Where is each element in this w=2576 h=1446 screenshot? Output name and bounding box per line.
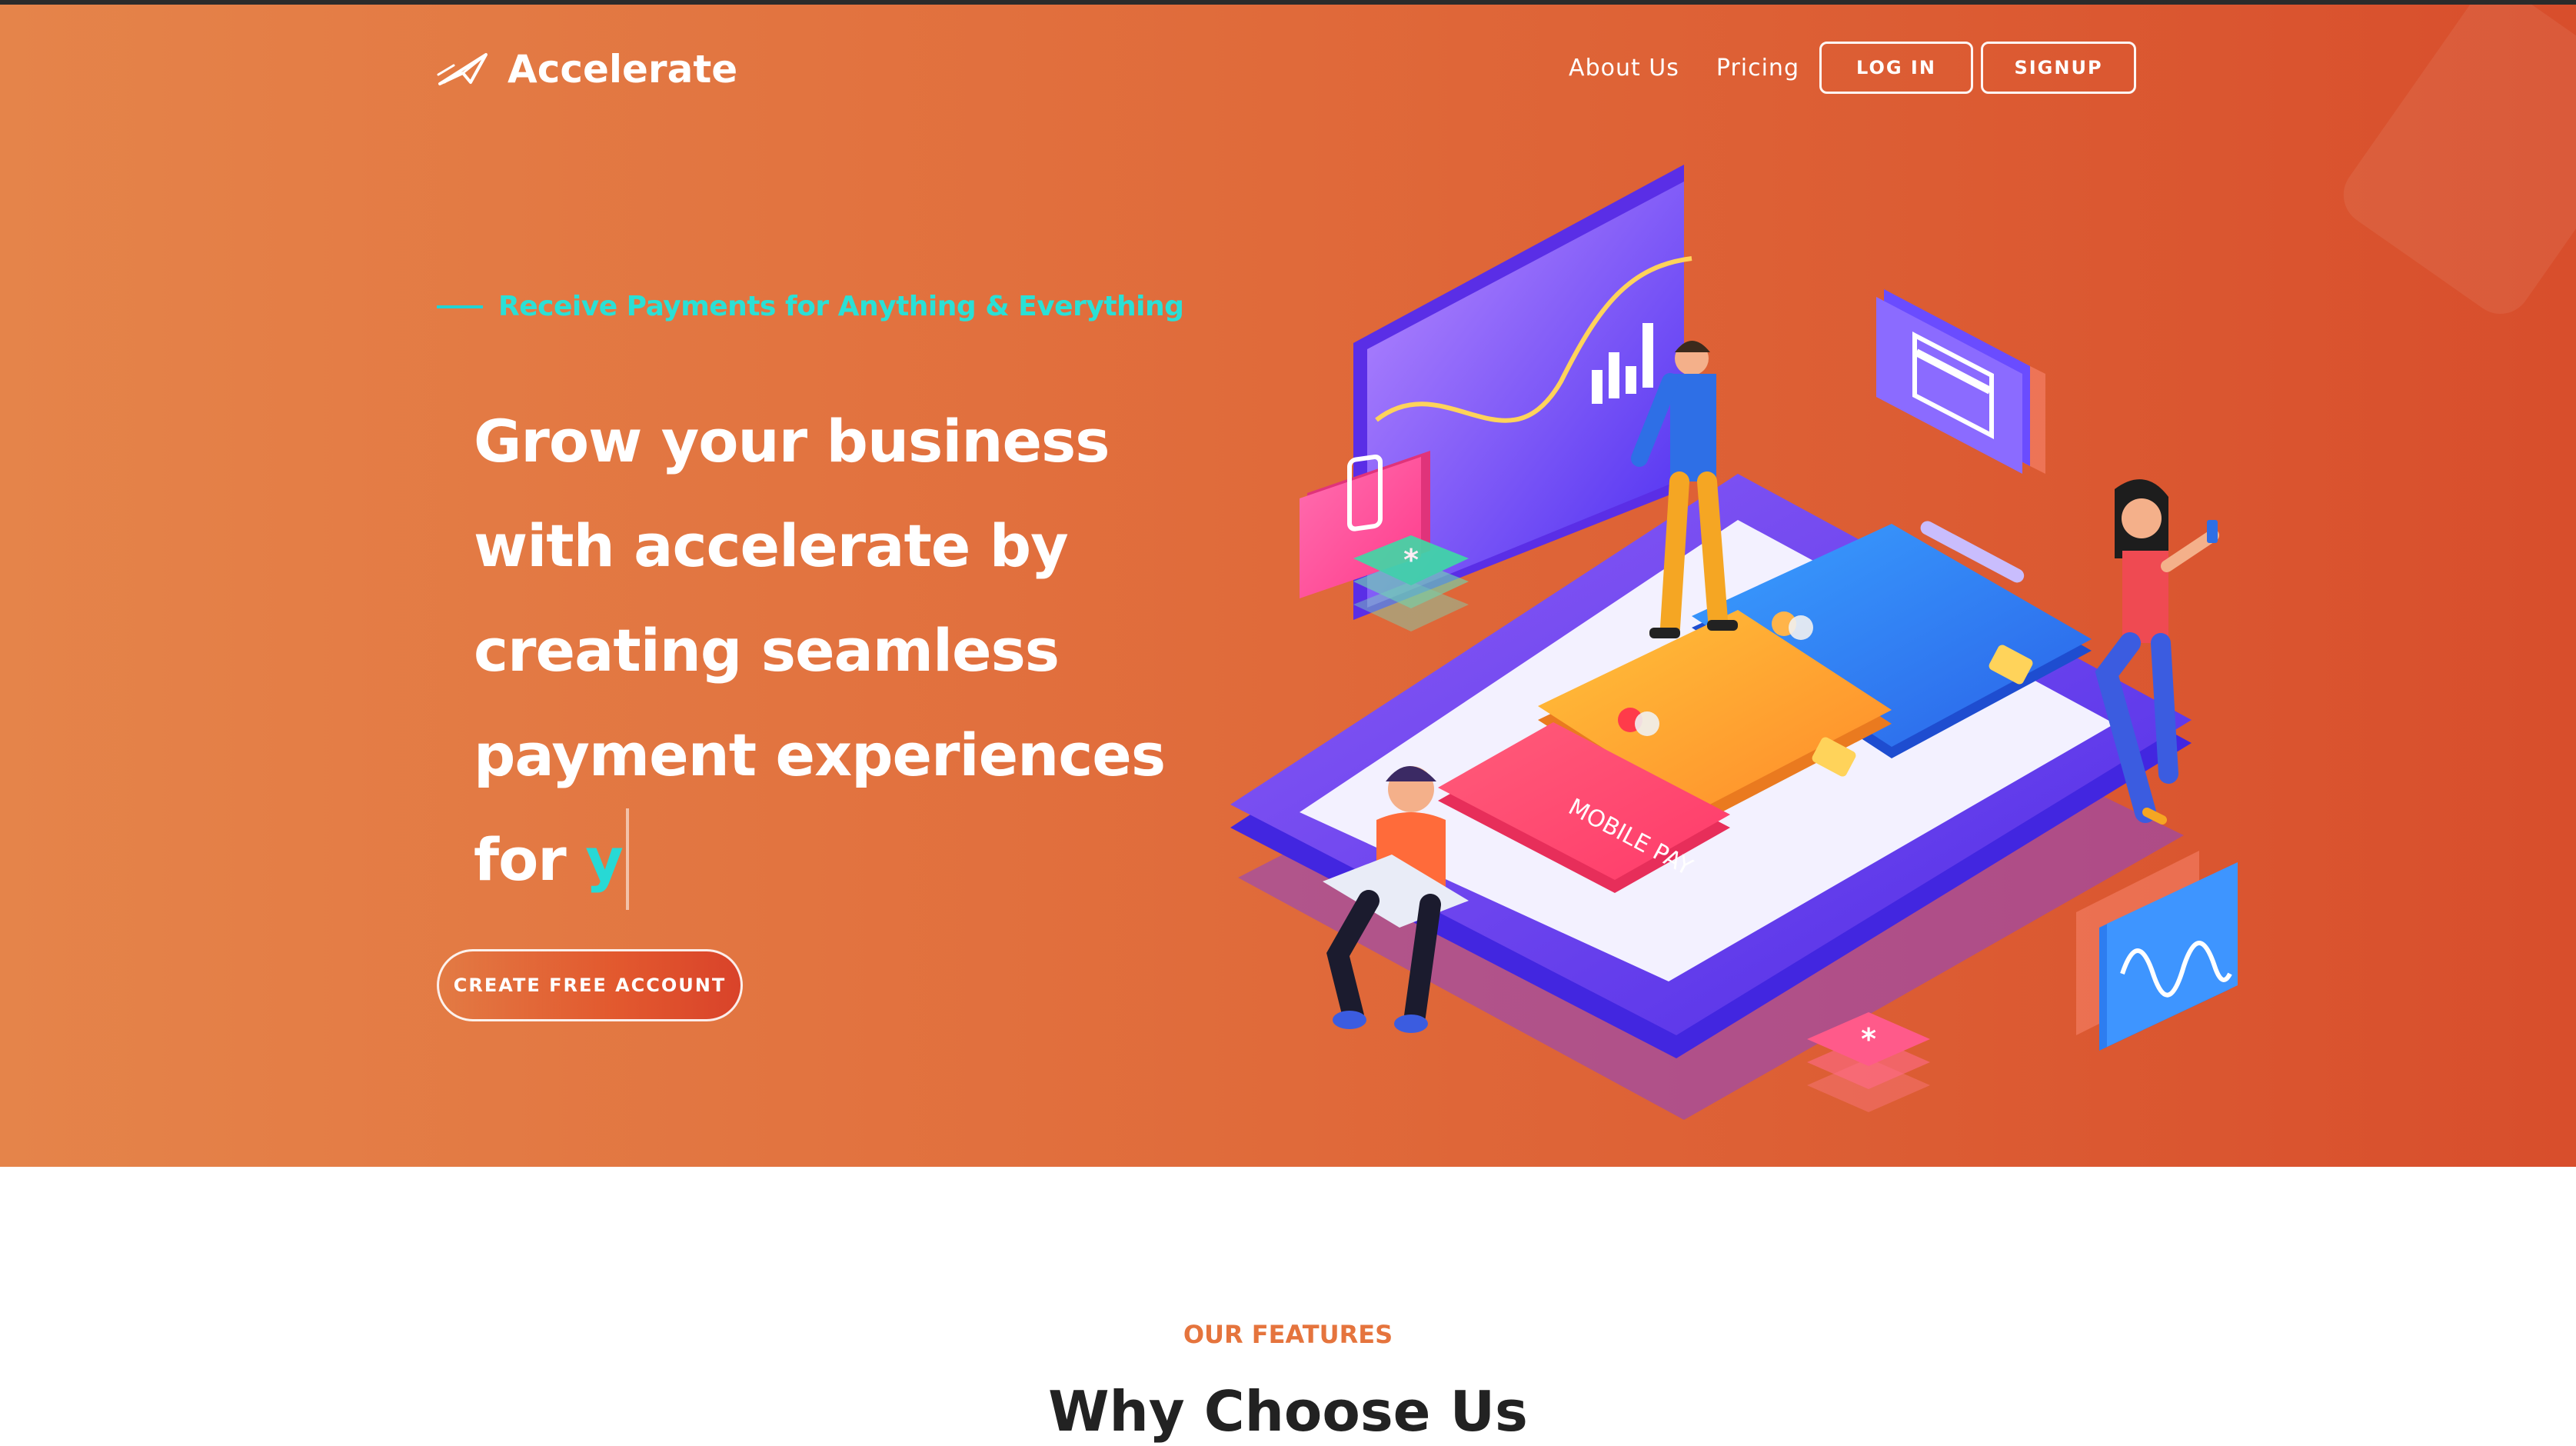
headline-line: payment experiences [474, 721, 1166, 789]
sitting-woman-illustration [2095, 479, 2219, 825]
tagline-text: Receive Payments for Anything & Everythi… [498, 291, 1184, 322]
create-free-account-button[interactable]: CREATE FREE ACCOUNT [437, 949, 743, 1021]
headline-prefix: for [474, 825, 567, 894]
nav-link-about-us[interactable]: About Us [1569, 55, 1679, 82]
tagline-accent-line [437, 305, 483, 308]
signup-button[interactable]: SIGNUP [1981, 42, 2136, 94]
typing-cursor [625, 808, 629, 910]
brand-logo[interactable]: Accelerate [437, 38, 737, 100]
hero-headline: Grow your business with accelerate by cr… [474, 389, 1243, 915]
login-button[interactable]: LOG IN [1819, 42, 1973, 94]
top-nav: About Us Pricing LOG IN SIGNUP [1569, 38, 2136, 97]
headline-line-typed: for y [474, 808, 1243, 915]
headline-line: creating seamless [474, 616, 1060, 685]
credit-card-icon [1876, 289, 2045, 474]
brand-name: Accelerate [508, 47, 738, 92]
typed-text: y [585, 825, 624, 894]
hero-tagline: Receive Payments for Anything & Everythi… [437, 291, 1184, 322]
svg-text:*: * [1861, 1022, 1876, 1056]
headline-line: Grow your business [474, 407, 1110, 475]
headline-line: with accelerate by [474, 511, 1069, 580]
hero-section: Accelerate About Us Pricing LOG IN SIGNU… [0, 5, 2576, 1167]
paper-plane-icon [437, 52, 491, 87]
nav-link-pricing[interactable]: Pricing [1716, 55, 1799, 82]
features-eyebrow: OUR FEATURES [1183, 1320, 1393, 1349]
svg-text:*: * [1403, 543, 1419, 577]
features-title: Why Choose Us [1048, 1379, 1528, 1444]
hero-illustration: * MOBILE PAY * [1230, 165, 2238, 1120]
hero-corner-shape [2331, 5, 2576, 326]
